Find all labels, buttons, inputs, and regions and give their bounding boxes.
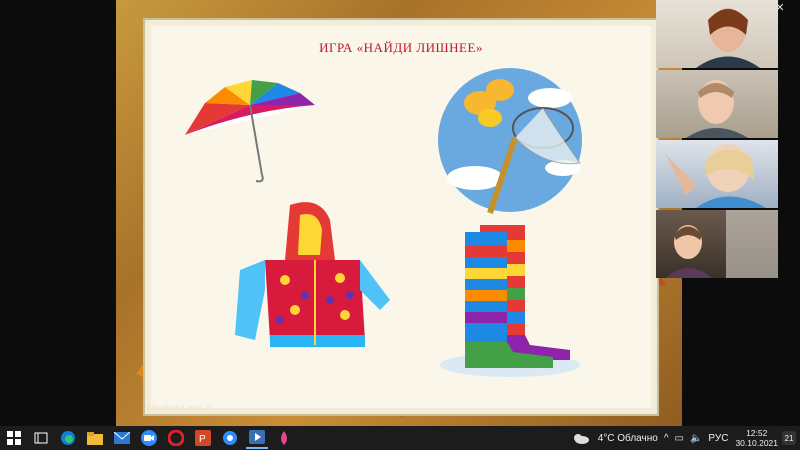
slide-watermark: alenatarko.ucoz.ru [147, 403, 213, 412]
clock-date: 30.10.2021 [735, 438, 778, 448]
participant-video-2[interactable] [656, 70, 778, 138]
umbrella-image [185, 80, 315, 183]
taskbar: P 4°C Облачно ^ ▭ 🔈 РУС 12:52 30.10.2021… [0, 426, 800, 450]
participant-video-3[interactable] [656, 140, 778, 208]
paint-icon[interactable] [273, 427, 295, 449]
rain-boots-image [440, 225, 580, 377]
weather-text[interactable]: 4°C Облачно [598, 433, 658, 444]
clock-time: 12:52 [746, 428, 768, 438]
volume-icon[interactable]: 🔈 [690, 433, 702, 444]
powerpoint-icon[interactable]: P [192, 427, 214, 449]
weather-icon[interactable] [570, 427, 592, 449]
participant-4-avatar [666, 210, 778, 278]
participant-1-avatar [696, 8, 760, 68]
file-explorer-icon[interactable] [84, 427, 106, 449]
zoom-icon[interactable] [138, 427, 160, 449]
chrome-icon[interactable] [219, 427, 241, 449]
participant-3-avatar [666, 144, 766, 208]
participant-video-1[interactable] [656, 0, 778, 68]
jacket-image [235, 202, 390, 347]
task-view-icon[interactable] [30, 427, 52, 449]
screen: — ❐ ✕ ИГРА «НАЙДИ ЛИШНЕЕ» [0, 0, 800, 450]
language-indicator[interactable]: РУС [708, 433, 728, 444]
mail-icon[interactable] [111, 427, 133, 449]
system-tray: 4°C Облачно ^ ▭ 🔈 РУС 12:52 30.10.2021 2… [568, 426, 800, 450]
start-icon[interactable] [3, 427, 25, 449]
chevron-up-icon[interactable]: ^ [664, 433, 669, 444]
presentation-slide: ИГРА «НАЙДИ ЛИШНЕЕ» alenatarko.ucoz.ru [116, 0, 682, 426]
participant-video-4[interactable] [656, 210, 778, 278]
svg-text:P: P [199, 434, 206, 445]
opera-icon[interactable] [165, 427, 187, 449]
clock[interactable]: 12:52 30.10.2021 [735, 428, 778, 448]
participant-2-avatar [686, 80, 748, 138]
notifications-badge[interactable]: 21 [782, 431, 796, 445]
network-icon[interactable]: ▭ [675, 433, 684, 444]
media-player-icon[interactable] [245, 427, 268, 449]
butterfly-net-image [438, 68, 582, 214]
slide-frame: ИГРА «НАЙДИ ЛИШНЕЕ» alenatarko.ucoz.ru [143, 18, 659, 416]
edge-icon[interactable] [57, 427, 79, 449]
slide-title: ИГРА «НАЙДИ ЛИШНЕЕ» [319, 40, 483, 55]
